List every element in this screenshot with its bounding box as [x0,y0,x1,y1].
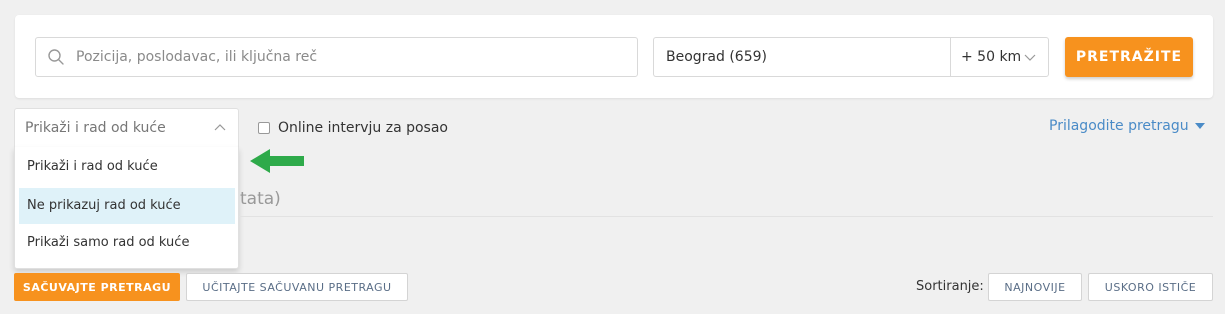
customize-search-label: Prilagodite pretragu [1049,118,1189,134]
location-value: Beograd (659) [666,49,767,65]
results-count-fragment: tata) [240,189,281,209]
sort-newest-button[interactable]: NAJNOVIJE [988,273,1082,301]
caret-down-icon [1194,123,1205,129]
remote-option-only-remote[interactable]: Prikaži samo rad od kuće [19,225,235,261]
divider [239,216,1213,217]
remote-work-selected-value: Prikaži i rad od kuće [25,120,166,136]
remote-option-hide-remote[interactable]: Ne prikazuj rad od kuće [19,188,235,224]
chevron-up-icon [214,124,226,131]
keyword-input[interactable] [76,38,631,76]
sort-label: Sortiranje: [916,279,984,294]
online-interview-label: Online intervju za posao [278,120,448,136]
customize-search-link[interactable]: Prilagodite pretragu [1049,118,1205,134]
location-input[interactable]: Beograd (659) [653,37,950,77]
keyword-search-field[interactable] [35,37,638,77]
radius-select[interactable]: + 50 km [950,37,1049,77]
search-card: Beograd (659) + 50 km PRETRAŽITE [15,15,1213,98]
search-icon [48,49,64,65]
remote-work-select[interactable]: Prikaži i rad od kuće [14,108,239,148]
remote-option-show-all[interactable]: Prikaži i rad od kuće [19,149,235,185]
online-interview-filter[interactable]: Online intervju za posao [258,118,448,138]
chevron-down-icon [1024,54,1036,61]
sort-expiring-button[interactable]: USKORO ISTIČE [1088,273,1213,301]
load-saved-search-button[interactable]: UČITAJTE SAČUVANU PRETRAGU [186,273,408,301]
search-button[interactable]: PRETRAŽITE [1065,37,1193,77]
annotation-arrow-icon [250,149,304,173]
remote-work-dropdown: Prikaži i rad od kuće Ne prikazuj rad od… [14,147,239,269]
save-search-button[interactable]: SAČUVAJTE PRETRAGU [14,273,180,301]
radius-value: + 50 km [961,49,1022,65]
online-interview-checkbox[interactable] [258,122,270,134]
